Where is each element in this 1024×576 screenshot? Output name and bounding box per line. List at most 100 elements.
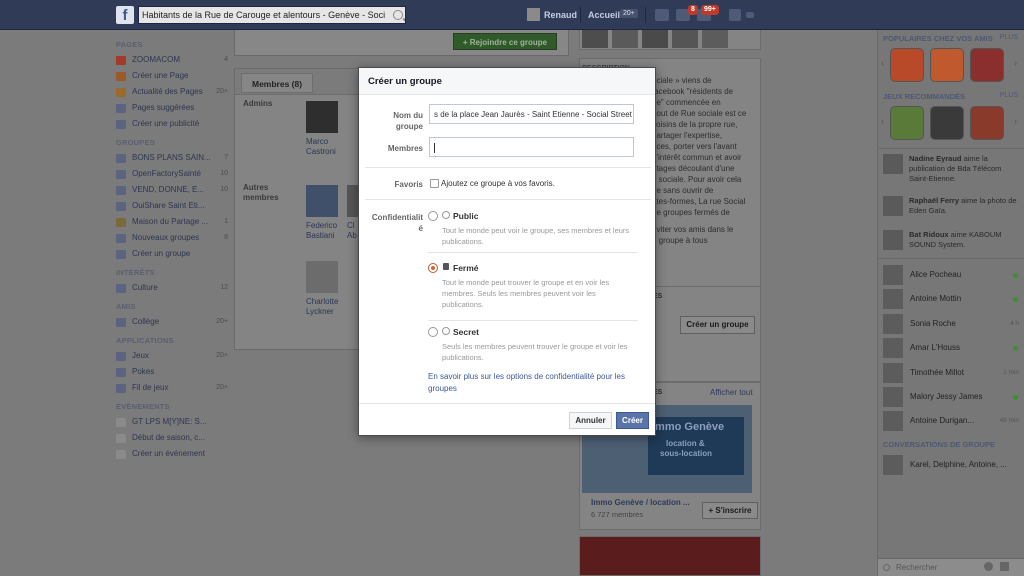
game-app-icon[interactable] (890, 48, 924, 82)
privacy-closed-radio[interactable] (428, 263, 438, 273)
search-icon[interactable] (393, 10, 403, 20)
group-photo[interactable] (702, 30, 728, 48)
group-name-input[interactable]: s de la place Jean Jaurès - Saint Etienn… (429, 104, 634, 124)
game-app-icon[interactable] (890, 106, 924, 140)
privacy-shortcuts-icon[interactable] (729, 9, 741, 21)
sidebar-item-pages-feed[interactable]: Actualité des Pages 20+ (116, 84, 228, 100)
description-line: bout de Rue sociale est ce (652, 109, 747, 118)
sidebar-item-group[interactable]: OpenFactorySainté 10 (116, 166, 228, 182)
members-input[interactable] (429, 137, 634, 157)
privacy-secret-title[interactable]: Secret (453, 327, 479, 337)
favorites-checkbox[interactable] (430, 179, 439, 188)
sidebar-item-count: 7 (224, 154, 228, 161)
options-icon[interactable] (1000, 562, 1009, 571)
description-line: ates-formes, La rue Social (652, 197, 746, 206)
sidebar-item-games[interactable]: Jeux 20+ (116, 348, 228, 364)
cancel-button[interactable]: Annuler (569, 412, 612, 429)
ticker-item[interactable]: Raphaël Ferry aime la photo de Eden Gaïa… (909, 196, 1021, 216)
sidebar-item-group[interactable]: OuiShare Saint Eti... (116, 198, 228, 214)
sidebar-item-create-page[interactable]: Créer une Page (116, 68, 228, 84)
profile-link[interactable]: Renaud (544, 10, 577, 20)
chat-friend[interactable]: Alice Pocheau (883, 264, 1021, 286)
group-photo[interactable] (612, 30, 638, 48)
group-photo[interactable] (582, 30, 608, 48)
friend-requests-icon[interactable] (655, 9, 669, 21)
chat-friend[interactable]: Amar L'Houss (883, 337, 1021, 359)
avatar[interactable] (883, 154, 903, 174)
avatar[interactable] (883, 196, 903, 216)
sidebar-item-event[interactable]: GT LPS M[Y]NE: S... (116, 414, 228, 430)
carousel-next-icon[interactable]: › (1014, 116, 1017, 126)
description-line: voisins de la propre rue, (652, 120, 738, 129)
member-name[interactable]: Federico Bastiani (306, 221, 346, 241)
sidebar-item-suggested-pages[interactable]: Pages suggérées (116, 100, 228, 116)
search-input[interactable]: Habitants de la Rue de Carouge et alento… (138, 6, 406, 24)
ticker-item[interactable]: Bat Ridoux aime KABOUM SOUND System. (909, 230, 1021, 250)
member-photo[interactable] (306, 185, 338, 217)
sidebar-item-pokes[interactable]: Pokes (116, 364, 228, 380)
sidebar-item-create-group[interactable]: Créer un groupe (116, 246, 228, 262)
create-group-button[interactable]: Créer un groupe (680, 316, 755, 334)
photos-strip (579, 30, 761, 50)
sidebar-item-create-ad[interactable]: Créer une publicité (116, 116, 228, 132)
group-photo[interactable] (642, 30, 668, 48)
gear-icon[interactable] (984, 562, 993, 571)
game-app-icon[interactable] (970, 48, 1004, 82)
privacy-secret-radio[interactable] (428, 327, 438, 337)
sidebar-item-zoomacom[interactable]: ZOOMACOM 4 (116, 52, 228, 68)
join-suggested-button[interactable]: + S'inscrire (702, 502, 758, 519)
sidebar-item-games-feed[interactable]: Fil de jeux 20+ (116, 380, 228, 396)
member-name[interactable]: Marco Castroni (306, 137, 346, 157)
sidebar-item-label: ZOOMACOM (132, 55, 180, 64)
avatar[interactable] (527, 8, 540, 21)
carousel-next-icon[interactable]: › (1014, 58, 1017, 68)
facebook-logo-icon[interactable]: f (116, 6, 134, 24)
sidebar-item-create-event[interactable]: Créer un événement (116, 446, 228, 462)
sidebar-item-event[interactable]: Début de saison, c... (116, 430, 228, 446)
chat-friend[interactable]: Timothée Millot 1 min (883, 362, 1021, 384)
ad-image[interactable] (579, 536, 761, 576)
member-name[interactable]: Charlotte Lyckner (306, 297, 346, 317)
suggested-group-name[interactable]: Immo Genève / location ... (591, 497, 690, 508)
privacy-public-radio[interactable] (428, 211, 438, 221)
sidebar-item-group[interactable]: VEND, DONNE, E... 10 (116, 182, 228, 198)
group-photo[interactable] (672, 30, 698, 48)
carousel-prev-icon[interactable]: ‹ (881, 116, 884, 126)
join-group-button[interactable]: + Rejoindre ce groupe (453, 33, 557, 50)
chevron-down-icon[interactable] (746, 12, 754, 18)
show-all-link[interactable]: Afficher tout (710, 387, 753, 398)
game-app-icon[interactable] (970, 106, 1004, 140)
chat-friend[interactable]: Antoine Mottin (883, 288, 1021, 310)
sidebar-item-culture[interactable]: Culture 12 (116, 280, 228, 296)
avatar (883, 387, 903, 407)
sidebar-item-label: Créer un groupe (132, 249, 191, 258)
chat-search-input[interactable]: Rechercher (878, 558, 1024, 576)
sidebar-item-new-groups[interactable]: Nouveaux groupes 8 (116, 230, 228, 246)
create-button[interactable]: Créer (616, 412, 649, 429)
avatar[interactable] (883, 230, 903, 250)
privacy-learn-more-link[interactable]: En savoir plus sur les options de confid… (428, 371, 638, 395)
immo-sign: Immo Genève location & sous-location (648, 417, 744, 475)
member-photo[interactable] (306, 261, 338, 293)
home-link[interactable]: Accueil (588, 10, 620, 20)
privacy-closed-title[interactable]: Fermé (453, 263, 479, 273)
carousel-prev-icon[interactable]: ‹ (881, 58, 884, 68)
game-app-icon[interactable] (930, 106, 964, 140)
chat-friend[interactable]: Antoine Durigan... 48 min (883, 410, 1021, 432)
group-name-label-line: groupe (395, 122, 423, 131)
tab-members[interactable]: Membres (8) (241, 73, 314, 93)
group-icon (116, 170, 126, 179)
chat-friend[interactable]: Malory Jessy James (883, 386, 1021, 408)
game-app-icon[interactable] (930, 48, 964, 82)
sidebar-item-group[interactable]: BONS PLANS SAIN... 7 (116, 150, 228, 166)
group-conversation[interactable]: Karel, Delphine, Antoine, ... (883, 454, 1021, 476)
sidebar-item-college[interactable]: Collège 20+ (116, 314, 228, 330)
privacy-public-title[interactable]: Public (453, 211, 479, 221)
chat-friend[interactable]: Sonia Roche 4 h (883, 313, 1021, 335)
popular-more-link[interactable]: PLUS (1000, 34, 1018, 41)
ticker-item[interactable]: Nadine Eyraud aime la publication de Bda… (909, 154, 1021, 184)
sidebar-item-group[interactable]: Maison du Partage ... 1 (116, 214, 228, 230)
recommended-more-link[interactable]: PLUS (1000, 92, 1018, 99)
member-photo[interactable] (306, 101, 338, 133)
sidebar-item-label: Culture (132, 283, 158, 292)
